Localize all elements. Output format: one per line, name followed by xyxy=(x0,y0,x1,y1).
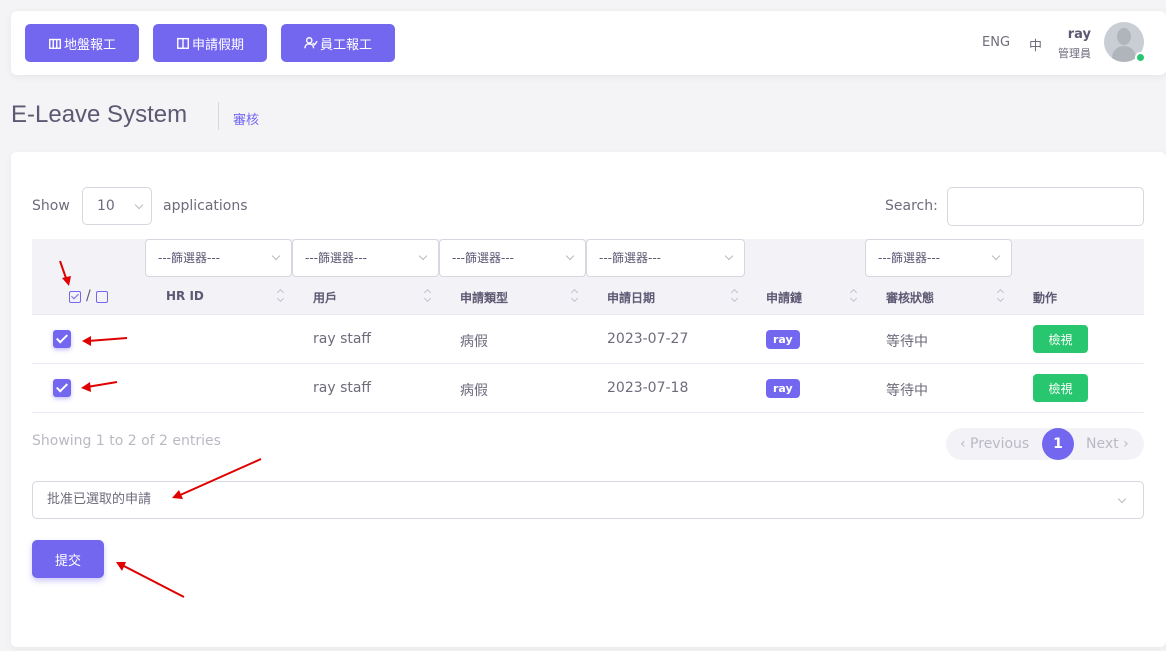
col-hr-id[interactable]: HR ID xyxy=(166,289,204,303)
col-type[interactable]: 申請類型 xyxy=(460,289,508,306)
cell-user: ray staff xyxy=(313,331,372,347)
filter-row: ---篩選器--- ---篩選器--- ---篩選器--- ---篩選器--- … xyxy=(32,239,1144,277)
cell-date: 2023-07-27 xyxy=(607,331,689,347)
filter-status[interactable]: ---篩選器--- xyxy=(865,239,1012,277)
filter-hr-id-value: ---篩選器--- xyxy=(158,251,220,265)
cell-status: 等待中 xyxy=(886,383,928,399)
avatar-head xyxy=(1117,28,1131,45)
sort-icon[interactable] xyxy=(571,288,579,304)
chevron-down-icon xyxy=(271,251,281,261)
row-checkbox[interactable] xyxy=(53,379,71,397)
previous-page-button[interactable]: ‹ Previous xyxy=(960,436,1029,452)
col-action: 動作 xyxy=(1033,291,1058,305)
staff-report-button[interactable]: 員工報工 xyxy=(281,24,395,62)
bulk-action-value: 批准已選取的申請 xyxy=(47,492,152,507)
view-button[interactable]: 檢視 xyxy=(1033,374,1088,402)
lang-eng-link[interactable]: ENG xyxy=(982,35,1010,50)
calendar-icon xyxy=(177,37,189,49)
page-length-value: 10 xyxy=(97,198,115,214)
chevron-down-icon xyxy=(565,251,575,261)
filter-type[interactable]: ---篩選器--- xyxy=(439,239,586,277)
table-header-row: / HR ID 用戶 申請類型 申請日期 申請鏈 審核狀態 動作 xyxy=(32,277,1144,315)
user-check-icon xyxy=(304,37,318,49)
page-1-button[interactable]: 1 xyxy=(1042,428,1074,460)
page-title: E-Leave System xyxy=(11,101,188,128)
cell-status: 等待中 xyxy=(886,334,928,350)
filter-user-value: ---篩選器--- xyxy=(305,251,367,265)
sort-icon[interactable] xyxy=(731,288,739,304)
chevron-down-icon xyxy=(991,251,1001,261)
cell-user: ray staff xyxy=(313,380,372,396)
bulk-action-select[interactable]: 批准已選取的申請 xyxy=(32,481,1144,519)
chevron-down-icon xyxy=(1117,494,1127,504)
show-label: Show xyxy=(32,198,70,214)
select-separator: / xyxy=(86,288,91,304)
avatar-body xyxy=(1112,46,1136,62)
select-all-icon[interactable] xyxy=(69,291,81,303)
chain-badge: ray xyxy=(766,379,800,398)
filter-type-value: ---篩選器--- xyxy=(452,251,514,265)
sort-icon[interactable] xyxy=(997,288,1005,304)
table-info: Showing 1 to 2 of 2 entries xyxy=(32,433,221,449)
cell-type: 病假 xyxy=(460,334,488,350)
applications-table: ---篩選器--- ---篩選器--- ---篩選器--- ---篩選器--- … xyxy=(32,239,1144,413)
lang-zh-link[interactable]: 中 xyxy=(1029,35,1042,54)
chain-badge: ray xyxy=(766,330,800,349)
page-length-select[interactable]: 10 xyxy=(82,187,152,225)
filter-user[interactable]: ---篩選器--- xyxy=(292,239,439,277)
applications-label: applications xyxy=(163,198,248,214)
view-button[interactable]: 檢視 xyxy=(1033,325,1088,353)
deselect-all-icon[interactable] xyxy=(96,291,108,303)
top-navbar: 地盤報工 申請假期 員工報工 ENG 中 ray 管理員 xyxy=(11,11,1166,75)
filter-hr-id[interactable]: ---篩選器--- xyxy=(145,239,292,277)
title-divider xyxy=(218,102,219,130)
sort-icon[interactable] xyxy=(424,288,432,304)
row-checkbox[interactable] xyxy=(53,330,71,348)
chevron-down-icon xyxy=(418,251,428,261)
sort-icon[interactable] xyxy=(850,288,858,304)
user-role: 管理員 xyxy=(1058,47,1091,60)
online-status-dot xyxy=(1135,52,1146,63)
chevron-down-icon xyxy=(724,251,734,261)
sort-icon[interactable] xyxy=(277,288,285,304)
next-page-button[interactable]: Next › xyxy=(1086,436,1129,452)
filter-date[interactable]: ---篩選器--- xyxy=(586,239,745,277)
table-row: ray staff 病假 2023-07-27 ray 等待中 檢視 xyxy=(32,315,1144,364)
col-user[interactable]: 用戶 xyxy=(313,289,337,306)
filter-status-value: ---篩選器--- xyxy=(878,251,940,265)
site-report-button[interactable]: 地盤報工 xyxy=(25,24,139,62)
user-name: ray xyxy=(1067,27,1091,42)
applications-card: Show 10 applications Search: ---篩選器--- -… xyxy=(11,152,1166,647)
apply-leave-label: 申請假期 xyxy=(191,36,244,52)
submit-button[interactable]: 提交 xyxy=(32,540,104,578)
site-report-label: 地盤報工 xyxy=(63,36,116,52)
search-label: Search: xyxy=(885,198,938,214)
pagination: ‹ Previous 1 Next › xyxy=(946,428,1144,460)
filter-date-value: ---篩選器--- xyxy=(599,251,661,265)
col-status[interactable]: 審核狀態 xyxy=(886,289,934,306)
search-input[interactable] xyxy=(947,187,1144,226)
col-chain[interactable]: 申請鏈 xyxy=(766,289,802,306)
building-icon xyxy=(49,38,61,49)
staff-report-label: 員工報工 xyxy=(319,36,372,52)
breadcrumb-review[interactable]: 審核 xyxy=(233,109,259,128)
col-date[interactable]: 申請日期 xyxy=(607,289,655,306)
table-row: ray staff 病假 2023-07-18 ray 等待中 檢視 xyxy=(32,364,1144,413)
apply-leave-button[interactable]: 申請假期 xyxy=(153,24,267,62)
chevron-down-icon xyxy=(134,200,144,210)
cell-type: 病假 xyxy=(460,383,488,399)
cell-date: 2023-07-18 xyxy=(607,380,689,396)
